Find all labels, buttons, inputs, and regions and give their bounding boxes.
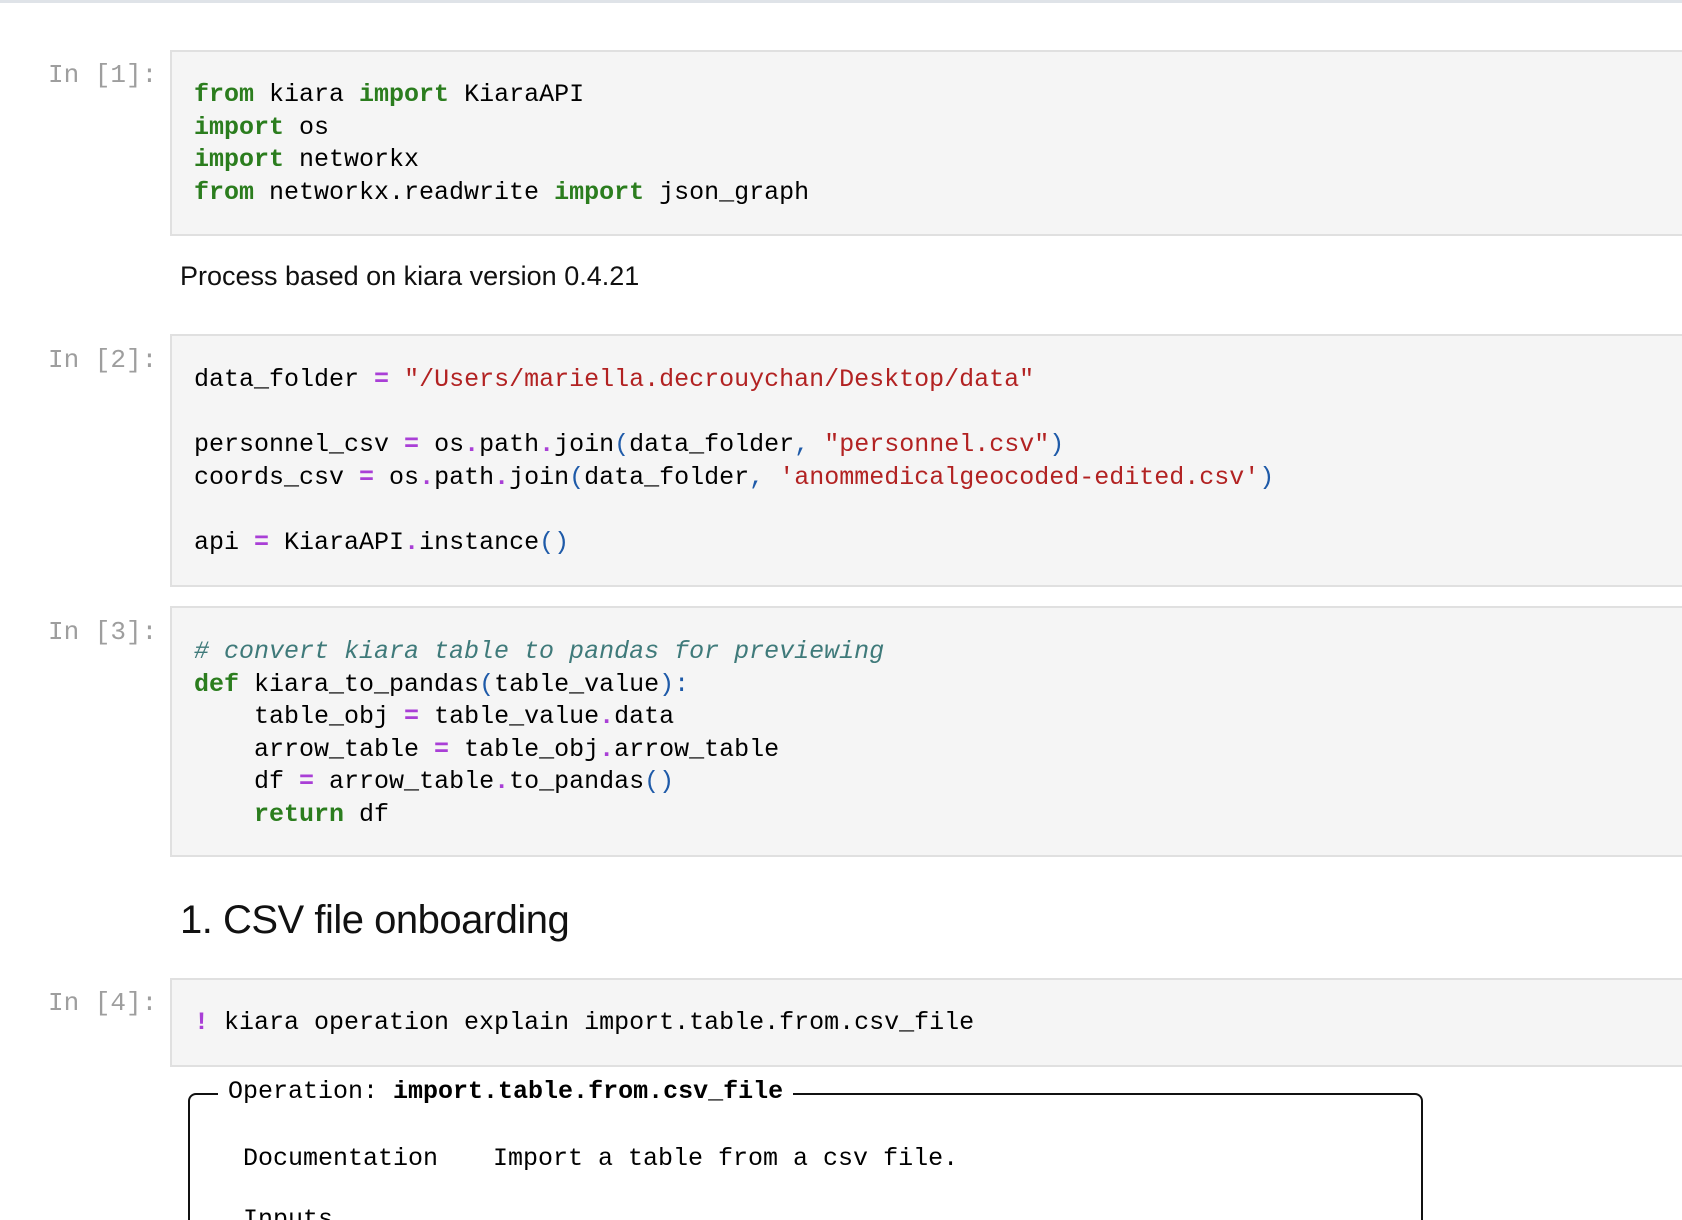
code-token: . [599,734,615,764]
code-token: kiara [254,80,360,109]
code-token: KiaraAPI [449,80,585,109]
code-token: () [644,767,675,796]
code-token: . [494,767,510,796]
cell-2-prompt: In [2]: [48,345,158,375]
code-token: arrow_table [614,734,780,764]
code-token: os [374,462,420,492]
code-token: = [359,462,375,492]
code-token: arrow_table [194,734,435,764]
code-token: "personnel.csv" [824,430,1050,459]
code-cell-2[interactable]: data_folder = "/Users/mariella.decrouych… [170,334,1682,587]
code-token: networkx.readwrite [254,177,555,207]
code-token: path [434,462,495,492]
code-cell-1-source[interactable]: from kiara import KiaraAPI import os imp… [194,79,809,209]
code-token: ! [194,1008,210,1037]
code-token: os [419,430,465,459]
code-token: kiara operation explain import.table.fro… [209,1008,975,1037]
code-token: = [404,430,420,459]
code-token: data_folder [584,462,750,492]
code-token: data_folder [629,430,795,459]
code-token: coords_csv [194,462,360,492]
code-token: kiara_to_pandas [239,669,480,699]
code-token: . [599,702,615,731]
code-token: df [344,799,390,829]
documentation-value: Import a table from a csv file. [493,1144,959,1173]
code-cell-3[interactable]: # convert kiara table to pandas for prev… [170,606,1682,857]
inputs-label: Inputs [243,1205,334,1220]
operation-title-name: import.table.from.csv_file [393,1077,784,1106]
code-cell-2-source[interactable]: data_folder = "/Users/mariella.decrouych… [194,364,1274,559]
code-token: json_graph [644,177,810,207]
code-token: import [194,112,285,142]
code-token: api [194,527,255,557]
cell-4-prompt: In [4]: [48,988,158,1018]
code-token: table_obj [449,734,600,764]
documentation-label: Documentation [243,1144,439,1173]
code-token: 'anommedicalgeocoded-edited.csv' [779,462,1260,492]
code-token: import [554,177,645,207]
code-token: data_folder [194,365,375,394]
code-token: ( [479,669,495,699]
code-token: ) [1049,430,1065,459]
code-token: . [464,430,480,459]
code-cell-4-source[interactable]: ! kiara operation explain import.table.f… [194,1007,974,1040]
code-token: data [614,702,675,731]
cell-1-prompt: In [1]: [48,60,158,90]
cell-3-prompt: In [3]: [48,617,158,647]
code-token: from [194,177,255,207]
code-token: , [749,462,765,492]
cell-1-output: Process based on kiara version 0.4.21 [180,261,640,291]
code-token: . [419,462,435,492]
notebook-top-border [0,0,1682,3]
code-token: ) [1259,462,1275,492]
code-token: arrow_table [314,767,495,796]
code-token: personnel_csv [194,430,405,459]
code-token: = [404,702,420,731]
operation-title: Operation: import.table.from.csv_file [218,1077,794,1106]
code-token: instance [419,527,540,557]
code-token: table_value [494,669,660,699]
code-token: table_obj [194,702,405,731]
code-token: from [194,80,255,109]
code-cell-1[interactable]: from kiara import KiaraAPI import os imp… [170,50,1682,236]
code-token: import [359,80,450,109]
code-token: KiaraAPI [269,527,405,557]
code-token: = [254,527,270,557]
code-token: . [404,527,420,557]
code-token: "/Users/mariella.decrouychan/Desktop/dat… [404,365,1035,394]
code-token: to_pandas [509,767,645,796]
code-token: = [434,734,450,764]
code-token: os [284,112,330,142]
code-token: def [194,669,240,699]
code-token: = [299,767,315,796]
code-token: return [254,799,345,829]
code-cell-4[interactable]: ! kiara operation explain import.table.f… [170,978,1682,1067]
code-token: ): [659,669,690,699]
code-token: , [794,430,810,459]
code-token: join [554,430,615,459]
code-token: table_value [419,702,600,731]
section-heading: 1. CSV file onboarding [180,898,570,942]
code-token: df [194,767,300,796]
code-token: join [509,462,570,492]
code-token: networkx [284,145,420,174]
code-token: () [539,527,570,557]
code-token: ( [614,430,630,459]
code-token: ( [569,462,585,492]
code-token: . [494,462,510,492]
code-token: import [194,145,285,174]
code-cell-3-source[interactable]: # convert kiara table to pandas for prev… [194,636,884,831]
code-token: = [374,365,390,394]
code-token: path [479,430,540,459]
operation-title-prefix: Operation: [228,1077,394,1106]
code-token: . [539,430,555,459]
code-token: # convert kiara table to pandas for prev… [194,637,885,666]
